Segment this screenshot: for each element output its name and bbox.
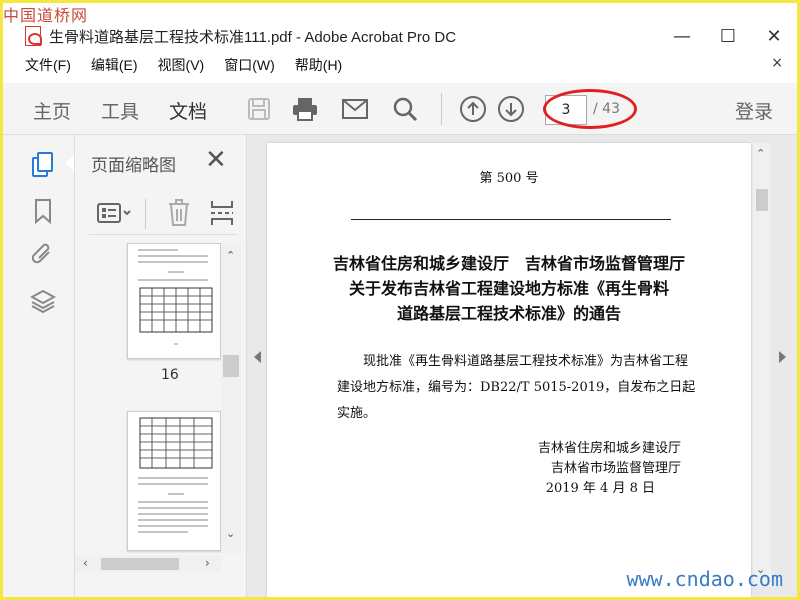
document-view[interactable]: 第 500 号 吉林省住房和城乡建设厅 吉林省市场监督管理厅 关于发布吉林省工程… (247, 135, 797, 597)
search-icon[interactable] (391, 95, 419, 123)
expand-right-panel-icon[interactable] (779, 351, 786, 363)
collapse-left-panel-icon[interactable] (254, 351, 261, 363)
scroll-right-icon[interactable]: › (205, 556, 210, 570)
thumbnail-panel-title: 页面缩略图 (91, 156, 176, 176)
signature-line: 吉林省住房和城乡建设厅 (537, 441, 681, 456)
extract-icon[interactable] (209, 199, 235, 231)
document-signature: 吉林省住房和城乡建设厅 吉林省市场监督管理厅 2019 年 4 月 8 日 (538, 439, 681, 499)
minimize-button[interactable]: — (659, 21, 705, 51)
attachment-icon[interactable] (29, 241, 57, 269)
watermark-bottom: www.cndao.com (626, 567, 783, 591)
signature-date: 2019 年 4 月 8 日 (545, 481, 655, 496)
app-window: 中国道桥网 生骨料道路基层工程技术标准111.pdf - Adobe Acrob… (3, 3, 797, 597)
pdf-file-icon (25, 26, 42, 46)
left-rail (3, 135, 75, 597)
tab-tools[interactable]: 工具 (101, 97, 139, 124)
close-button[interactable]: ✕ (751, 21, 797, 51)
document-title-line: 道路基层工程技术标准》的通告 (396, 304, 621, 323)
options-icon[interactable] (97, 201, 133, 229)
page-down-icon[interactable] (497, 95, 525, 123)
document-title-line: 关于发布吉林省工程建设地方标准《再生骨料 (348, 279, 669, 298)
thumbnail-toolbar (89, 195, 237, 235)
maximize-button[interactable]: ☐ (705, 21, 751, 51)
thumbnail-close-icon[interactable]: ✕ (205, 145, 227, 175)
pages-icon[interactable] (29, 151, 57, 179)
watermark-top: 中国道桥网 (3, 6, 89, 25)
menu-close-button[interactable]: × (771, 55, 783, 71)
title-bar: 生骨料道路基层工程技术标准111.pdf - Adobe Acrobat Pro… (3, 21, 797, 51)
document-title: 吉林省住房和城乡建设厅 吉林省市场监督管理厅 关于发布吉林省工程建设地方标准《再… (267, 251, 751, 326)
menu-help[interactable]: 帮助(H) (295, 55, 342, 75)
login-button[interactable]: 登录 (735, 97, 773, 124)
print-icon[interactable] (291, 95, 319, 123)
scroll-up-icon[interactable]: ⌃ (226, 249, 235, 262)
layers-icon[interactable] (29, 287, 57, 315)
scroll-down-icon[interactable]: ⌄ (226, 527, 235, 540)
menu-bar: 文件(F) 编辑(E) 视图(V) 窗口(W) 帮助(H) × (3, 53, 797, 77)
document-title-line: 吉林省住房和城乡建设厅 吉林省市场监督管理厅 (332, 254, 685, 273)
delete-icon[interactable] (167, 199, 191, 231)
thumbnail-horizontal-scrollbar[interactable]: ‹ › (75, 555, 221, 573)
annotation-highlight-circle (543, 89, 637, 129)
tab-home[interactable]: 主页 (33, 97, 71, 124)
active-rail-indicator (65, 155, 74, 171)
tab-document[interactable]: 文档 (169, 97, 208, 138)
document-number: 第 500 号 (479, 171, 539, 186)
thumbnail-page[interactable] (127, 243, 221, 359)
toolbar-separator (441, 93, 442, 125)
thumbnail-vertical-scrollbar[interactable]: ⌃ ⌄ (221, 243, 241, 553)
heading-rule (351, 219, 671, 220)
bookmark-icon[interactable] (29, 197, 57, 225)
page-up-icon[interactable] (459, 95, 487, 123)
thumbnail-hscroll-thumb[interactable] (101, 558, 179, 570)
email-icon[interactable] (341, 95, 369, 123)
thumbnail-page-number: 16 (161, 367, 179, 383)
menu-file[interactable]: 文件(F) (25, 55, 71, 75)
document-body: 现批准《再生骨料道路基层工程技术标准》为吉林省工程建设地方标准，编号为：DB22… (337, 354, 696, 421)
menu-window[interactable]: 窗口(W) (224, 55, 275, 75)
save-icon[interactable] (245, 95, 273, 123)
thumbnail-page[interactable] (127, 411, 221, 551)
toolbar: 主页 工具 文档 3 / 43 登录 (3, 83, 797, 138)
window-controls: — ☐ ✕ (659, 21, 797, 51)
signature-line: 吉林省市场监督管理厅 (550, 461, 681, 476)
window-title: 生骨料道路基层工程技术标准111.pdf - Adobe Acrobat Pro… (49, 28, 457, 46)
thumbnail-list: 16 (75, 243, 221, 553)
thumbnail-toolbar-separator (145, 199, 146, 229)
doc-scroll-up-icon[interactable]: ⌃ (756, 147, 765, 160)
pdf-page: 第 500 号 吉林省住房和城乡建设厅 吉林省市场监督管理厅 关于发布吉林省工程… (267, 143, 751, 597)
thumbnail-panel: 页面缩略图 ✕ 16 ⌃ ⌄ ‹ › (75, 135, 247, 597)
menu-edit[interactable]: 编辑(E) (91, 55, 138, 75)
scroll-left-icon[interactable]: ‹ (83, 556, 88, 570)
menu-view[interactable]: 视图(V) (158, 55, 205, 75)
document-scroll-thumb[interactable] (756, 189, 768, 211)
thumbnail-scroll-thumb[interactable] (223, 355, 239, 377)
